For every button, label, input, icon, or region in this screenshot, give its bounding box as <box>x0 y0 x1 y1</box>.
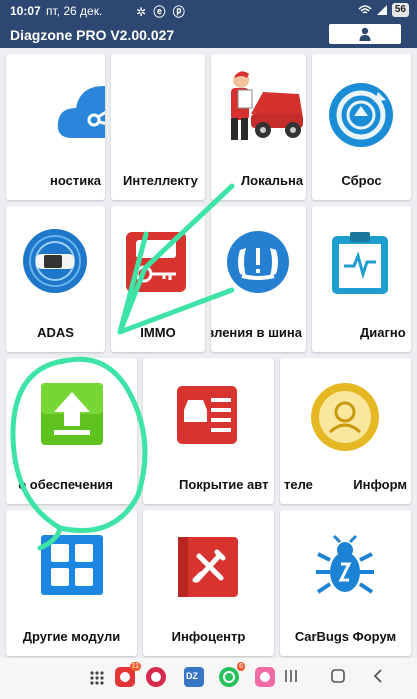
tile-label: ностика <box>50 173 101 188</box>
tile-intelligent[interactable]: Интеллекту <box>111 54 205 200</box>
tile-other-modules[interactable]: Другие модули <box>6 510 137 656</box>
tile-diagnostics-report[interactable]: Диагно <box>312 206 411 352</box>
flower-app-icon[interactable] <box>254 666 276 693</box>
status-bar: 10:07 пт, 26 дек. ✲ ⓔ ⓟ 56 <box>0 0 417 22</box>
tile-label: Интеллекту <box>123 173 198 188</box>
mechanic-car-icon <box>213 68 305 153</box>
tile-reset[interactable]: Сброс <box>312 54 411 200</box>
tile-label: Инфоцентр <box>171 629 246 644</box>
tile-info[interactable]: теле Информ <box>280 358 411 504</box>
tpms-icon <box>224 230 292 299</box>
adas-car-icon <box>22 228 88 299</box>
module-grid: ностика Интеллекту Локальна Сброс ADAS I… <box>0 48 417 658</box>
tile-label: CarBugs Форум <box>294 629 397 644</box>
wifi-icon <box>358 5 372 14</box>
tile-label: Диагно <box>360 325 406 340</box>
tile-label: ADAS <box>37 325 74 340</box>
battery-indicator: 56 <box>391 3 409 17</box>
reset-icon <box>328 82 394 153</box>
tile-vehicle-coverage[interactable]: Покрытие авт <box>143 358 274 504</box>
tile-label: вления в шина <box>211 325 302 340</box>
clipboard-graph-icon <box>330 230 390 301</box>
diagzone-app-icon[interactable]: DZ <box>183 666 205 693</box>
tile-label: Сброс <box>341 173 382 188</box>
tile-carbugs-forum[interactable]: CarBugs Форум <box>280 510 411 656</box>
tile-tpms[interactable]: вления в шина <box>211 206 306 352</box>
tile-label-right: Информ <box>353 477 407 492</box>
bug-icon <box>314 534 376 605</box>
back-icon[interactable] <box>372 668 384 689</box>
notification-badge: 11 <box>129 662 141 671</box>
status-time: 10:07 <box>10 4 41 18</box>
profile-icon <box>310 382 380 457</box>
dz-label: DZ <box>186 671 198 681</box>
tile-label: о обеспечения <box>18 477 113 492</box>
navigation-bar: 11 DZ 6 <box>0 658 417 699</box>
tools-book-icon <box>177 536 239 603</box>
app-icon-2[interactable] <box>145 666 167 693</box>
recents-icon[interactable] <box>283 668 299 689</box>
tile-label: Другие модули <box>22 629 121 644</box>
tile-label: IMMO <box>140 325 176 340</box>
modules-icon <box>40 534 104 601</box>
apps-grid-icon[interactable] <box>90 671 104 690</box>
cloud-share-icon <box>54 76 105 147</box>
user-icon <box>359 27 371 41</box>
immo-key-icon <box>124 230 188 299</box>
signal-icon <box>376 5 387 15</box>
whatsapp-icon[interactable]: 6 <box>218 662 245 693</box>
tile-immo[interactable]: IMMO <box>111 206 205 352</box>
tile-local[interactable]: Локальна <box>211 54 306 200</box>
status-date: пт, 26 дек. <box>46 4 103 18</box>
user-button[interactable] <box>329 24 401 44</box>
tile-software-update[interactable]: о обеспечения <box>6 358 137 504</box>
tile-adas[interactable]: ADAS <box>6 206 105 352</box>
vehicle-list-icon <box>175 384 239 451</box>
home-icon[interactable] <box>330 668 346 689</box>
tile-label: Локальна <box>241 173 304 188</box>
notification-icons: ✲ ⓔ ⓟ <box>136 5 187 19</box>
app-icon-1[interactable]: 11 <box>114 662 141 693</box>
tile-diagnostics[interactable]: ностика <box>6 54 105 200</box>
tile-label: Покрытие авт <box>179 477 269 492</box>
tile-info-center[interactable]: Инфоцентр <box>143 510 274 656</box>
notification-badge: 6 <box>237 662 245 671</box>
system-icons: 56 <box>358 3 409 17</box>
upload-icon <box>40 382 104 451</box>
app-title: Diagzone PRO V2.00.027 <box>10 27 175 43</box>
